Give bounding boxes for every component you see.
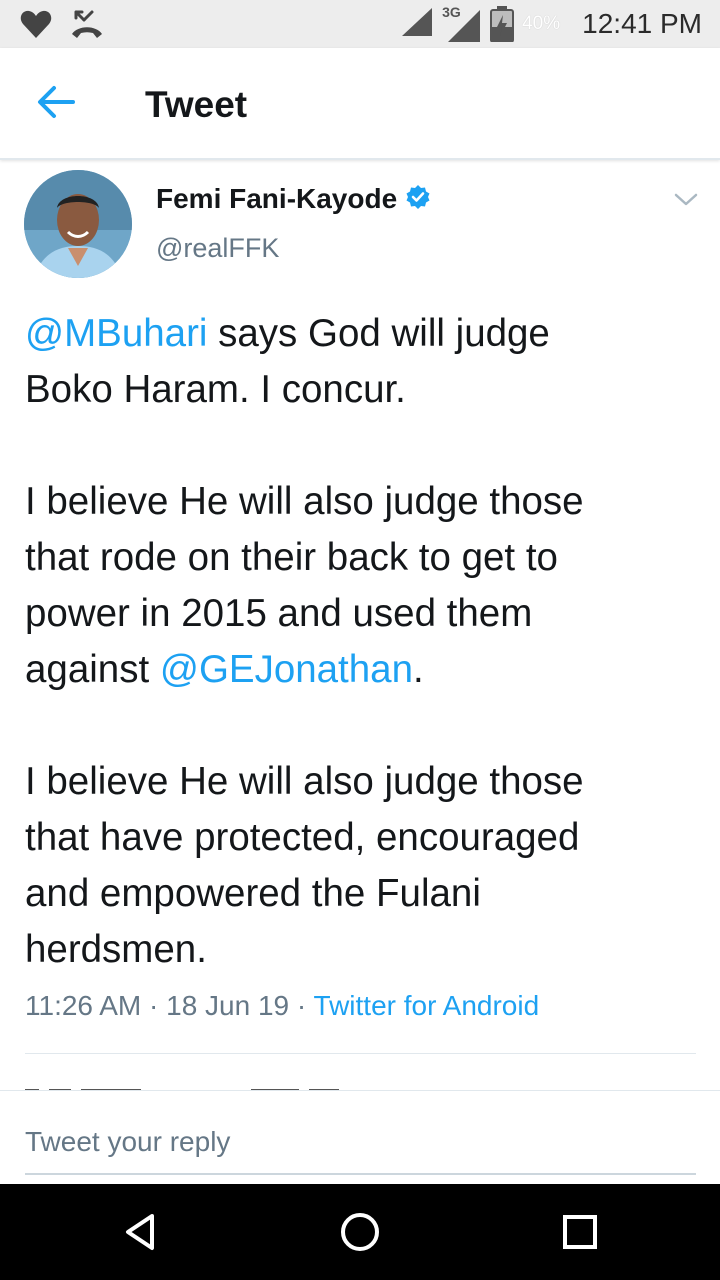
system-nav-bar xyxy=(0,1184,720,1280)
status-bar: 3G 40% 12:41 PM xyxy=(0,0,720,48)
page-title: Tweet xyxy=(145,84,248,125)
nav-recents-button[interactable] xyxy=(556,1208,604,1256)
arrow-left-icon xyxy=(36,85,76,124)
chevron-down-icon xyxy=(671,193,701,214)
back-button[interactable] xyxy=(30,78,82,130)
tweet-source-link[interactable]: Twitter for Android xyxy=(314,990,540,1021)
author-name[interactable]: Femi Fani-Kayode xyxy=(156,183,397,215)
clock: 12:41 PM xyxy=(582,8,702,39)
tweet-date: 18 Jun 19 xyxy=(166,990,290,1021)
home-circle-icon xyxy=(336,1213,384,1260)
heart-icon xyxy=(20,9,52,44)
back-triangle-icon xyxy=(116,1214,164,1260)
reply-input[interactable] xyxy=(25,1121,696,1175)
signal-3g-icon: 3G xyxy=(442,4,482,44)
more-options-button[interactable] xyxy=(671,190,701,210)
mention-link[interactable]: @GEJonathan xyxy=(160,648,413,691)
battery-percent: 40% xyxy=(522,13,561,34)
tweet-time: 11:26 AM xyxy=(25,990,142,1021)
network-type-label: 3G xyxy=(442,4,461,20)
tweet-line: against @GEJonathan. xyxy=(25,648,424,691)
author-name-row: Femi Fani-Kayode xyxy=(156,183,431,215)
divider xyxy=(25,1053,696,1054)
tweet-line: I believe He will also judge those xyxy=(25,760,584,803)
verified-badge-icon xyxy=(405,184,431,215)
tweet-line: that have protected, encouraged xyxy=(25,816,580,859)
battery-icon xyxy=(490,6,515,43)
mention-link[interactable]: @MBuhari xyxy=(25,312,207,355)
tweet-meta: 11:26 AM · 18 Jun 19 · Twitter for Andro… xyxy=(25,990,540,1021)
tweet-text: @MBuhari says God will judge Boko Haram.… xyxy=(25,306,695,978)
author-handle[interactable]: @realFFK xyxy=(156,233,279,264)
avatar[interactable] xyxy=(24,170,132,278)
nav-home-button[interactable] xyxy=(336,1208,384,1256)
tweet-line: I believe He will also judge those xyxy=(25,480,584,523)
tweet-line: herdsmen. xyxy=(25,928,207,971)
tweet-line: Boko Haram. I concur. xyxy=(25,368,406,411)
recents-square-icon xyxy=(556,1215,604,1260)
tweet-line: power in 2015 and used them xyxy=(25,592,533,635)
app-header: Tweet xyxy=(0,48,720,160)
missed-call-icon xyxy=(70,8,104,45)
tweet-line: and empowered the Fulani xyxy=(25,872,481,915)
nav-back-button[interactable] xyxy=(116,1208,164,1256)
reply-bar xyxy=(0,1090,720,1184)
tweet-line: @MBuhari says God will judge xyxy=(25,312,550,355)
tweet-line: that rode on their back to get to xyxy=(25,536,558,579)
signal-icon xyxy=(400,6,434,43)
